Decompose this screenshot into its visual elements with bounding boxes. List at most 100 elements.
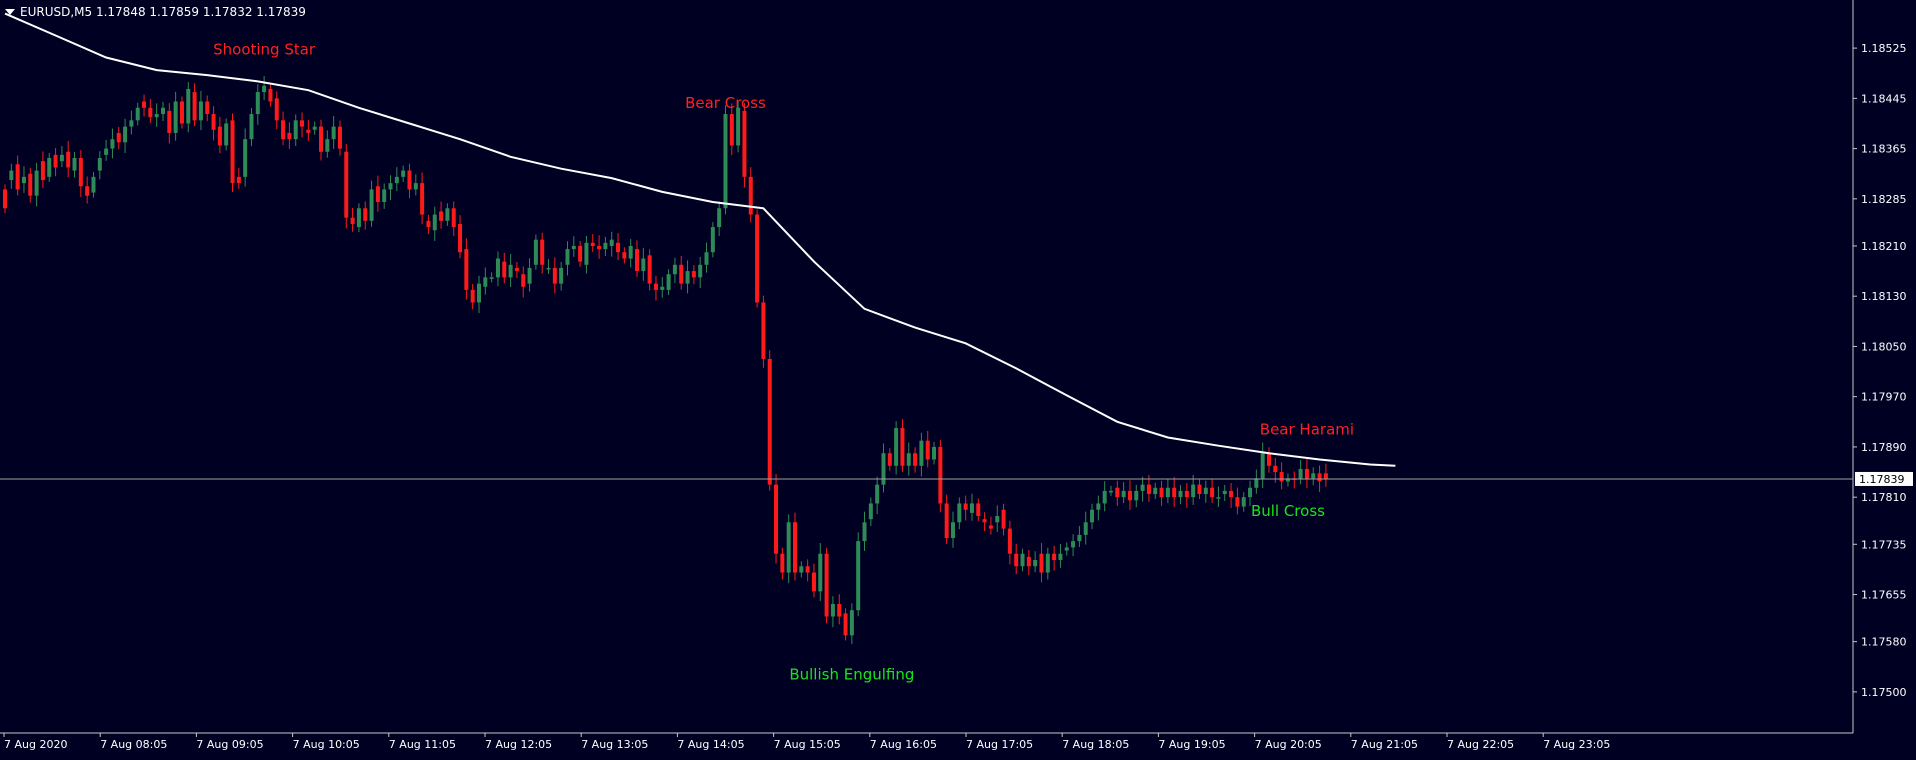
candle-body — [944, 503, 949, 538]
candle-body — [21, 176, 26, 184]
candle-body — [116, 132, 121, 143]
pattern-label: Bear Harami — [1260, 420, 1354, 438]
candle-body — [533, 239, 538, 265]
candle-body — [780, 553, 785, 573]
candle-body — [1071, 541, 1076, 548]
candle-body — [28, 173, 33, 196]
candle-body — [710, 227, 715, 253]
candle-body — [811, 572, 816, 592]
candle-body — [818, 553, 823, 592]
candle-body — [546, 267, 551, 270]
candle-body — [281, 120, 286, 140]
time-tick-label: 7 Aug 11:05 — [389, 738, 456, 751]
candle-body — [736, 107, 741, 146]
candle-body — [3, 189, 7, 209]
candle-body — [508, 264, 513, 278]
candle-body — [571, 245, 576, 250]
candle-body — [388, 183, 393, 190]
candle-body — [407, 170, 412, 190]
candle-body — [1203, 487, 1208, 495]
time-tick-label: 7 Aug 14:05 — [677, 738, 744, 751]
candle-body — [1172, 487, 1177, 498]
candle-body — [767, 359, 772, 485]
price-tick-label: 1.17810 — [1861, 491, 1907, 504]
candle-body — [356, 208, 361, 228]
candle-body — [255, 92, 260, 115]
time-tick-label: 7 Aug 2020 — [4, 738, 67, 751]
candle-body — [211, 114, 216, 130]
candle-body — [666, 274, 671, 290]
candle-body — [129, 120, 134, 127]
time-tick-label: 7 Aug 09:05 — [196, 738, 263, 751]
candle-body — [319, 126, 323, 152]
candle-body — [938, 446, 943, 504]
candle-body — [843, 613, 848, 636]
candle-body — [142, 101, 147, 108]
candle-body — [521, 274, 526, 287]
candle-body — [1165, 487, 1170, 498]
candle-body — [1317, 473, 1322, 482]
candle-body — [748, 176, 753, 215]
candle-body — [477, 283, 481, 303]
time-tick-label: 7 Aug 12:05 — [485, 738, 552, 751]
candle-body — [1311, 473, 1316, 479]
candle-body — [1033, 559, 1038, 567]
chart-background — [0, 0, 1916, 756]
price-tick-label: 1.18525 — [1861, 42, 1907, 55]
candle-body — [1020, 553, 1025, 567]
candle-body — [1229, 490, 1234, 498]
candle-body — [1052, 553, 1057, 560]
candle-body — [679, 264, 684, 284]
candle-body — [527, 267, 532, 284]
time-tick-label: 7 Aug 21:05 — [1351, 738, 1418, 751]
candle-body — [363, 208, 368, 221]
pattern-label: Bear Cross — [685, 94, 766, 112]
candle-body — [91, 176, 96, 193]
candle-body — [875, 484, 880, 504]
candle-body — [173, 101, 178, 133]
candle-body — [881, 453, 886, 485]
candle-body — [805, 566, 810, 573]
candle-body — [66, 151, 71, 168]
candle-body — [249, 114, 254, 140]
candle-body — [47, 158, 52, 177]
candle-body — [552, 267, 557, 284]
candle-body — [451, 208, 456, 228]
price-tick-label: 1.17970 — [1861, 391, 1907, 404]
candle-body — [439, 211, 444, 221]
candle-body — [704, 252, 709, 265]
candle-body — [1241, 497, 1246, 507]
candle-body — [135, 107, 140, 121]
candle-body — [1007, 528, 1012, 554]
candle-body — [72, 158, 77, 171]
candle-body — [849, 610, 854, 636]
chart-window[interactable]: Shooting Star Bear Cross Bullish Engulfing… — [0, 0, 1916, 756]
candle-body — [514, 267, 519, 272]
candle-body — [420, 183, 425, 215]
candle-body — [925, 440, 930, 460]
candle-body — [34, 170, 39, 196]
candle-body — [1083, 522, 1088, 535]
candle-body — [192, 92, 197, 121]
current-price-label: 1.17839 — [1859, 473, 1905, 486]
symbol-quote-line: EURUSD,M5 1.17848 1.17859 1.17832 1.1783… — [20, 5, 306, 19]
candle-body — [793, 522, 797, 573]
candle-body — [59, 154, 64, 162]
pattern-label: Shooting Star — [213, 40, 316, 58]
candle-body — [622, 252, 627, 259]
price-tick-label: 1.18365 — [1861, 143, 1907, 156]
candle-body — [1184, 490, 1189, 498]
candle-body — [483, 277, 488, 287]
candle-body — [1115, 487, 1120, 498]
candle-body — [603, 242, 608, 250]
candle-body — [401, 170, 406, 177]
candle-body — [1248, 487, 1253, 498]
price-chart[interactable]: Shooting Star Bear Cross Bullish Engulfing… — [0, 0, 1916, 756]
candle-body — [862, 522, 867, 542]
candle-body — [154, 114, 159, 118]
candle-body — [932, 446, 937, 460]
candle-body — [856, 541, 861, 611]
time-tick-label: 7 Aug 17:05 — [966, 738, 1033, 751]
candle-body — [672, 264, 677, 275]
candle-body — [742, 110, 747, 177]
